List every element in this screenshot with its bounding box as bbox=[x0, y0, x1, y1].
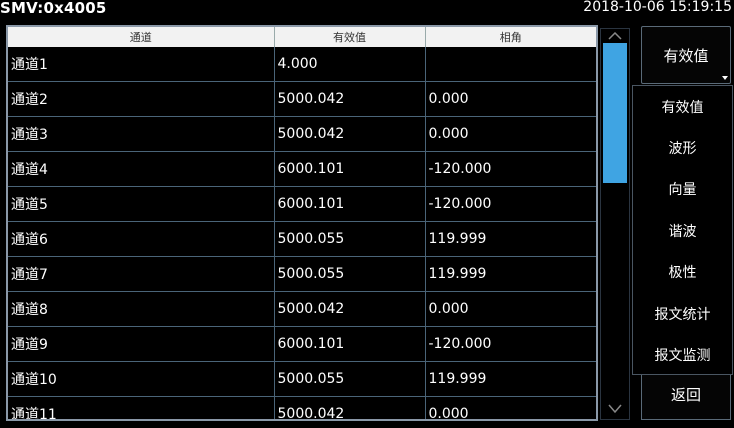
table-row[interactable]: 通道4 6000.101 -120.000 bbox=[8, 151, 596, 187]
phase-value: 0.000 bbox=[425, 116, 596, 152]
channel-name: 通道3 bbox=[8, 116, 275, 152]
back-button[interactable]: 返回 bbox=[641, 369, 731, 420]
table-row[interactable]: 通道2 5000.042 0.000 bbox=[8, 81, 596, 117]
column-header-phase: 相角 bbox=[425, 27, 596, 47]
phase-value: -120.000 bbox=[425, 151, 596, 187]
menu-item-message-stats[interactable]: 报文统计 bbox=[633, 293, 732, 334]
rms-value: 5000.042 bbox=[274, 396, 426, 419]
table-row[interactable]: 通道10 5000.055 119.999 bbox=[8, 361, 596, 397]
phase-value bbox=[425, 47, 596, 82]
column-header-channel: 通道 bbox=[8, 27, 275, 47]
table-header-row: 通道 有效值 相角 bbox=[8, 27, 596, 47]
rms-value: 6000.101 bbox=[274, 151, 426, 187]
menu-item-vector[interactable]: 向量 bbox=[633, 169, 732, 210]
chevron-up-icon bbox=[608, 32, 622, 40]
chevron-down-icon bbox=[608, 404, 622, 414]
rms-value: 4.000 bbox=[274, 47, 426, 82]
rms-value: 5000.042 bbox=[274, 116, 426, 152]
menu-item-harmonic[interactable]: 谐波 bbox=[633, 210, 732, 251]
scroll-down-button[interactable] bbox=[601, 401, 629, 417]
phase-value: -120.000 bbox=[425, 326, 596, 362]
menu-item-rms[interactable]: 有效值 bbox=[633, 86, 732, 127]
phase-value: -120.000 bbox=[425, 186, 596, 222]
phase-value: 0.000 bbox=[425, 81, 596, 117]
channel-name: 通道9 bbox=[8, 326, 275, 362]
phase-value: 0.000 bbox=[425, 396, 596, 419]
channel-name: 通道5 bbox=[8, 186, 275, 222]
channel-table: 通道 有效值 相角 通道1 4.000 通道2 5000.042 0.000 通… bbox=[6, 25, 598, 421]
rms-value: 5000.042 bbox=[274, 81, 426, 117]
channel-name: 通道2 bbox=[8, 81, 275, 117]
table-row[interactable]: 通道6 5000.055 119.999 bbox=[8, 221, 596, 257]
dropdown-indicator-icon bbox=[722, 76, 728, 80]
table-scrollbar[interactable] bbox=[600, 28, 630, 420]
scroll-up-button[interactable] bbox=[601, 29, 629, 43]
view-mode-button[interactable]: 有效值 bbox=[641, 26, 731, 84]
rms-value: 5000.055 bbox=[274, 361, 426, 397]
view-mode-menu: 有效值 波形 向量 谐波 极性 报文统计 报文监测 bbox=[632, 85, 733, 375]
rms-value: 5000.042 bbox=[274, 291, 426, 327]
rms-value: 5000.055 bbox=[274, 256, 426, 292]
table-row[interactable]: 通道7 5000.055 119.999 bbox=[8, 256, 596, 292]
back-label: 返回 bbox=[670, 386, 701, 404]
channel-name: 通道8 bbox=[8, 291, 275, 327]
page-title: SMV:0x4005 bbox=[0, 0, 107, 17]
table-row[interactable]: 通道3 5000.042 0.000 bbox=[8, 116, 596, 152]
table-row[interactable]: 通道9 6000.101 -120.000 bbox=[8, 326, 596, 362]
column-header-rms: 有效值 bbox=[274, 27, 426, 47]
channel-name: 通道10 bbox=[8, 361, 275, 397]
scroll-thumb[interactable] bbox=[603, 43, 627, 183]
rms-value: 5000.055 bbox=[274, 221, 426, 257]
table-row[interactable]: 通道11 5000.042 0.000 bbox=[8, 396, 596, 419]
menu-item-polarity[interactable]: 极性 bbox=[633, 252, 732, 293]
view-mode-label: 有效值 bbox=[663, 46, 709, 65]
datetime-display: 2018-10-06 15:19:15 bbox=[583, 0, 732, 15]
table-row[interactable]: 通道8 5000.042 0.000 bbox=[8, 291, 596, 327]
menu-item-waveform[interactable]: 波形 bbox=[633, 127, 732, 168]
rms-value: 6000.101 bbox=[274, 186, 426, 222]
phase-value: 119.999 bbox=[425, 256, 596, 292]
rms-value: 6000.101 bbox=[274, 326, 426, 362]
channel-name: 通道7 bbox=[8, 256, 275, 292]
channel-name: 通道6 bbox=[8, 221, 275, 257]
table-row[interactable]: 通道5 6000.101 -120.000 bbox=[8, 186, 596, 222]
phase-value: 119.999 bbox=[425, 361, 596, 397]
phase-value: 119.999 bbox=[425, 221, 596, 257]
phase-value: 0.000 bbox=[425, 291, 596, 327]
table-row[interactable]: 通道1 4.000 bbox=[8, 47, 596, 82]
channel-name: 通道1 bbox=[8, 47, 275, 82]
channel-name: 通道11 bbox=[8, 396, 275, 419]
channel-name: 通道4 bbox=[8, 151, 275, 187]
menu-item-message-monitor[interactable]: 报文监测 bbox=[633, 334, 732, 375]
